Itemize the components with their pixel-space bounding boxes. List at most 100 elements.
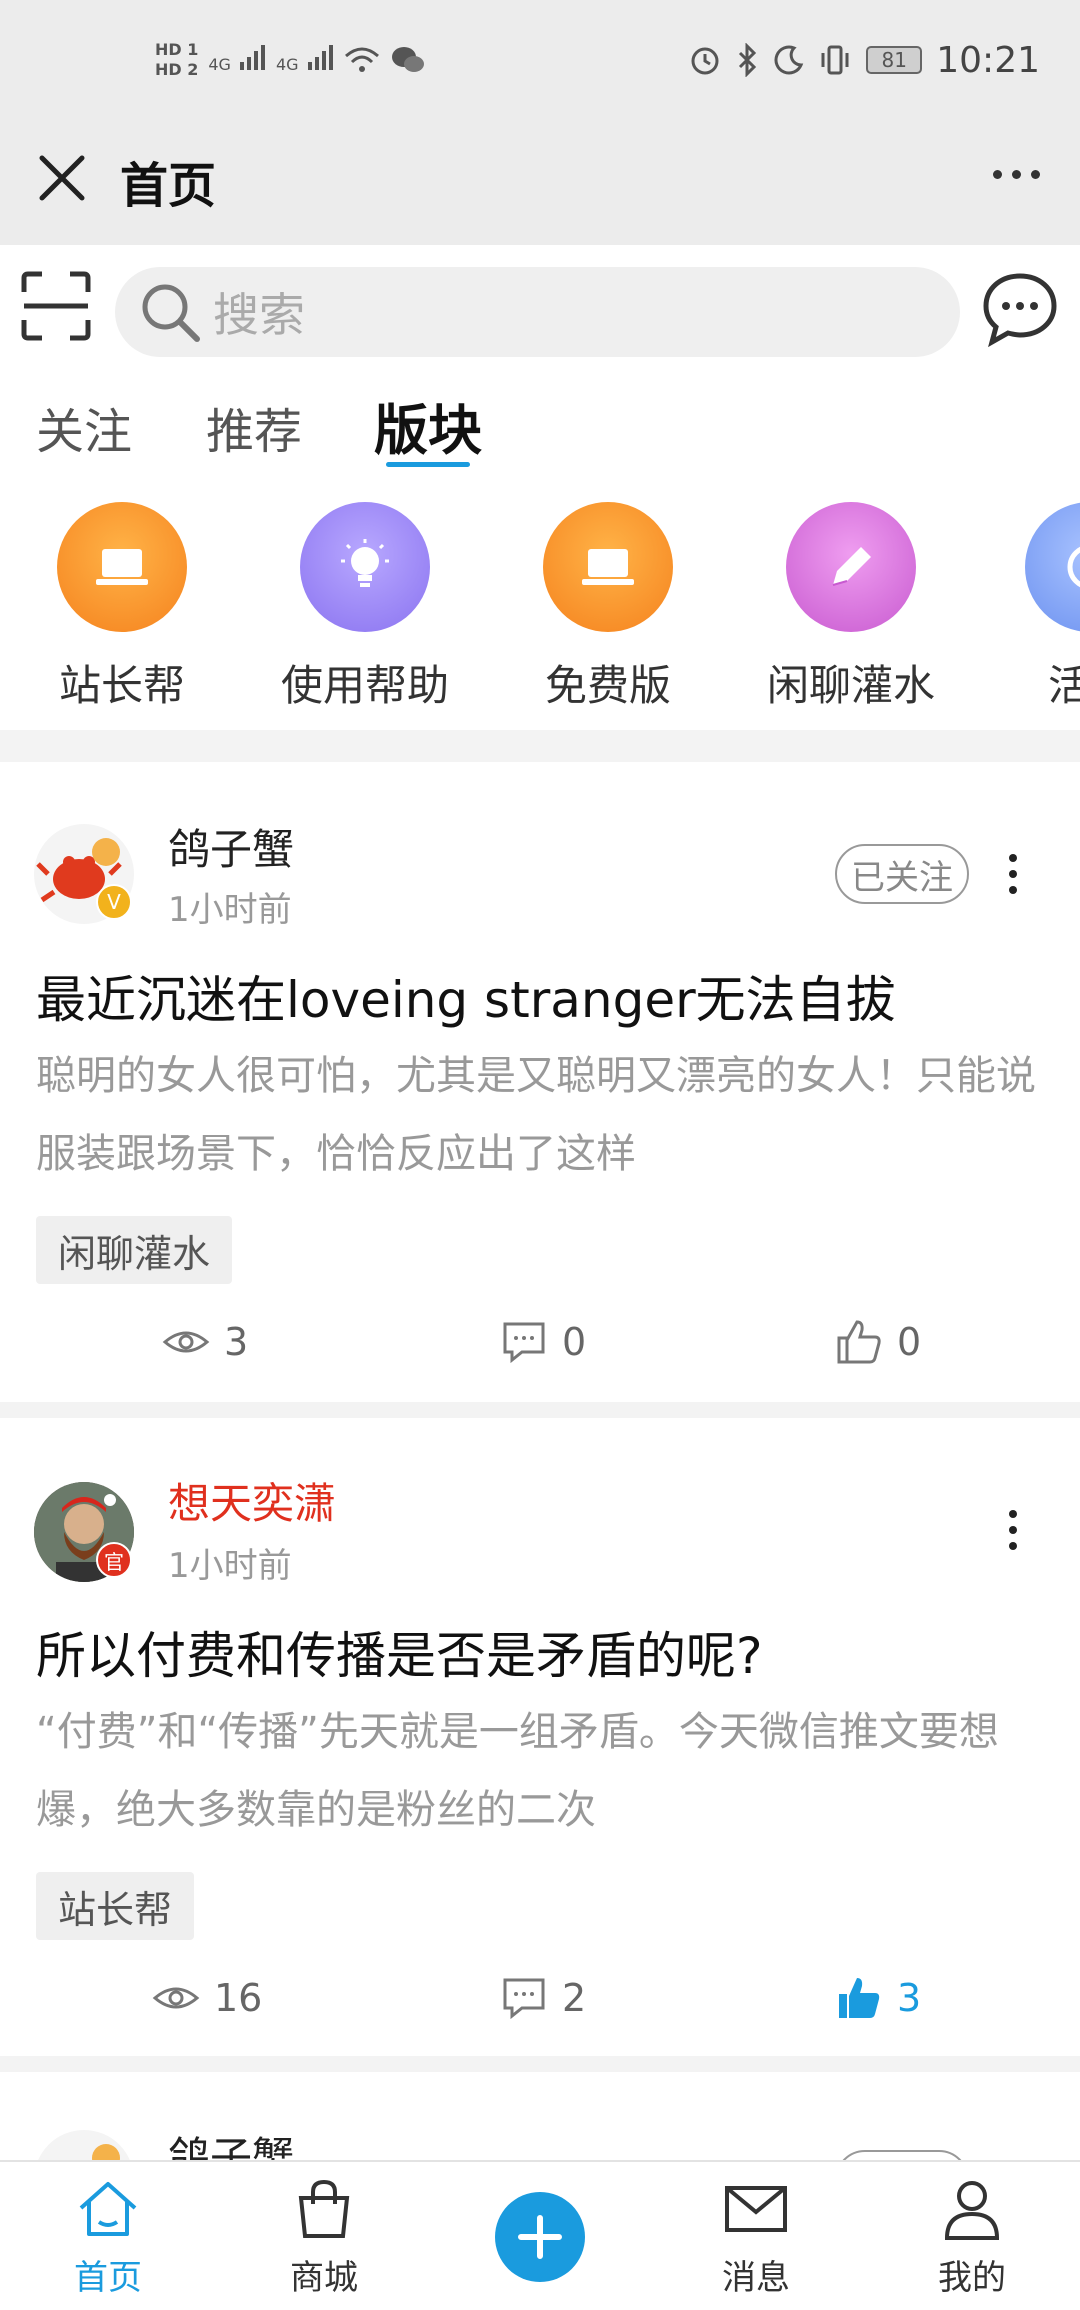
category-label: 活动 [1047, 661, 1080, 710]
comments-count: 0 [562, 1320, 587, 1364]
category-item-zhanzhangbang[interactable]: 站长帮 [22, 502, 222, 713]
views-count: 3 [224, 1320, 249, 1364]
shopping-bag-icon [298, 2179, 350, 2238]
search-placeholder: 搜索 [213, 288, 305, 342]
signal-icon: 4G [208, 44, 266, 76]
scan-icon[interactable] [20, 270, 92, 342]
eye-icon [162, 1331, 210, 1353]
eye-icon [152, 1987, 200, 2009]
author-name[interactable]: 鸽子蟹 [168, 2124, 294, 2160]
post-time: 1小时前 [168, 890, 292, 930]
post-time: 1小时前 [168, 1546, 292, 1586]
tab-sections[interactable]: 版块 [374, 386, 482, 465]
wifi-icon [344, 47, 379, 72]
bluetooth-icon [739, 43, 757, 77]
verified-badge: V [96, 884, 132, 920]
status-bar: HD 1 HD 2 4G 4G 81 10:21 [0, 0, 1080, 120]
post-card[interactable]: 鸽子蟹 [0, 2072, 1080, 2160]
views-stat: 3 [162, 1318, 248, 1366]
comments-stat[interactable]: 2 [500, 1974, 586, 2022]
laptop-icon [543, 502, 673, 632]
feed-tabs: 关注 推荐 版块 [0, 380, 1080, 480]
author-name[interactable]: 鸽子蟹 [168, 816, 294, 877]
user-icon [944, 2181, 1000, 2240]
nav-messages[interactable]: 消息 [686, 2174, 826, 2299]
views-count: 16 [214, 1976, 263, 2020]
category-item-activity[interactable]: 活动 [990, 502, 1080, 713]
comments-stat[interactable]: 0 [500, 1318, 586, 1366]
category-item-chat[interactable]: 闲聊灌水 [751, 502, 951, 713]
search-icon [142, 284, 200, 342]
battery-icon: 81 [866, 46, 923, 74]
comment-icon [503, 1978, 545, 2020]
search-row: 搜索 [0, 245, 1080, 380]
vibrate-icon [821, 45, 849, 75]
system-indicators: 81 10:21 [688, 30, 1040, 90]
post-divider [0, 1402, 1080, 1418]
home-icon [79, 2182, 137, 2236]
lightbulb-icon [300, 502, 430, 632]
close-icon[interactable] [34, 150, 90, 206]
post-divider [0, 2056, 1080, 2072]
thumbs-up-filled-icon [839, 1978, 880, 2018]
laptop-icon [57, 502, 187, 632]
nav-label: 商城 [290, 2258, 358, 2298]
nav-profile[interactable]: 我的 [902, 2174, 1042, 2299]
nav-label: 我的 [938, 2258, 1006, 2298]
nav-mall[interactable]: 商城 [254, 2174, 394, 2299]
alarm-icon [691, 47, 719, 75]
thumbs-up-icon [837, 1320, 881, 1364]
official-badge: 官 [96, 1542, 132, 1578]
category-strip: 站长帮 使用帮助 免费版 闲聊灌水 活动 [0, 490, 1080, 730]
comments-count: 2 [562, 1976, 587, 2020]
likes-stat[interactable]: 0 [835, 1318, 921, 1366]
post-card[interactable]: 官 想天奕潇 1小时前 所以付费和传播是否是矛盾的呢? “付费”和“传播”先天就… [0, 1418, 1080, 2056]
page-title: 首页 [120, 158, 217, 214]
network-indicators: HD 1 HD 2 4G 4G [155, 30, 426, 90]
nav-label: 首页 [74, 2258, 142, 2298]
tab-follow[interactable]: 关注 [36, 392, 132, 462]
author-name[interactable]: 想天奕潇 [168, 1470, 336, 1531]
envelope-icon [725, 2186, 787, 2232]
category-item-free[interactable]: 免费版 [508, 502, 708, 713]
more-options-icon[interactable] [993, 170, 1040, 179]
post-excerpt: “付费”和“传播”先天就是一组矛盾。今天微信推文要想爆，绝大多数靠的是粉丝的二次 [36, 1709, 999, 1833]
plus-icon [518, 2215, 562, 2259]
post-title[interactable]: 最近沉迷在loveing stranger无法自拔 [36, 960, 896, 1032]
avatar[interactable] [34, 2130, 134, 2160]
bottom-nav: 首页 商城 消息 我的 [0, 2160, 1080, 2310]
clock-time: 10:21 [936, 39, 1040, 81]
post-title[interactable]: 所以付费和传播是否是矛盾的呢? [36, 1616, 763, 1688]
pencil-icon [786, 502, 916, 632]
moon-icon [774, 45, 804, 75]
follow-button[interactable]: 已关注 [835, 844, 969, 904]
post-excerpt: 聪明的女人很可怕，尤其是又聪明又漂亮的女人！只能说服装跟场景下，恰恰反应出了这样 [36, 1053, 1036, 1177]
section-divider [0, 730, 1080, 762]
nav-home[interactable]: 首页 [38, 2174, 178, 2299]
nav-label: 消息 [722, 2258, 790, 2298]
follow-button[interactable] [835, 2150, 969, 2160]
post-more-icon[interactable] [1005, 854, 1021, 894]
post-tag[interactable]: 站长帮 [36, 1872, 195, 1940]
signal-icon-2: 4G [276, 44, 334, 76]
views-stat: 16 [152, 1974, 262, 2022]
add-post-button[interactable] [495, 2192, 585, 2282]
search-input[interactable]: 搜索 [115, 267, 960, 357]
comment-icon [503, 1322, 545, 1364]
wechat-icon [391, 47, 424, 72]
tab-recommend[interactable]: 推荐 [206, 392, 302, 462]
clock-icon [1025, 502, 1080, 632]
hd-icon: HD 1 HD 2 [155, 40, 199, 79]
chat-icon[interactable] [980, 270, 1060, 350]
category-label: 使用帮助 [280, 661, 449, 710]
title-bar: 首页 [0, 120, 1080, 245]
category-label: 站长帮 [58, 661, 185, 710]
post-card[interactable]: V 鸽子蟹 1小时前 已关注 最近沉迷在loveing stranger无法自拔… [0, 762, 1080, 1402]
post-more-icon[interactable] [1005, 1510, 1021, 1550]
likes-count: 0 [897, 1320, 922, 1364]
active-tab-indicator [386, 462, 470, 467]
category-item-help[interactable]: 使用帮助 [265, 502, 465, 713]
post-tag[interactable]: 闲聊灌水 [36, 1216, 233, 1284]
category-label: 免费版 [544, 661, 671, 710]
likes-stat[interactable]: 3 [835, 1974, 921, 2022]
